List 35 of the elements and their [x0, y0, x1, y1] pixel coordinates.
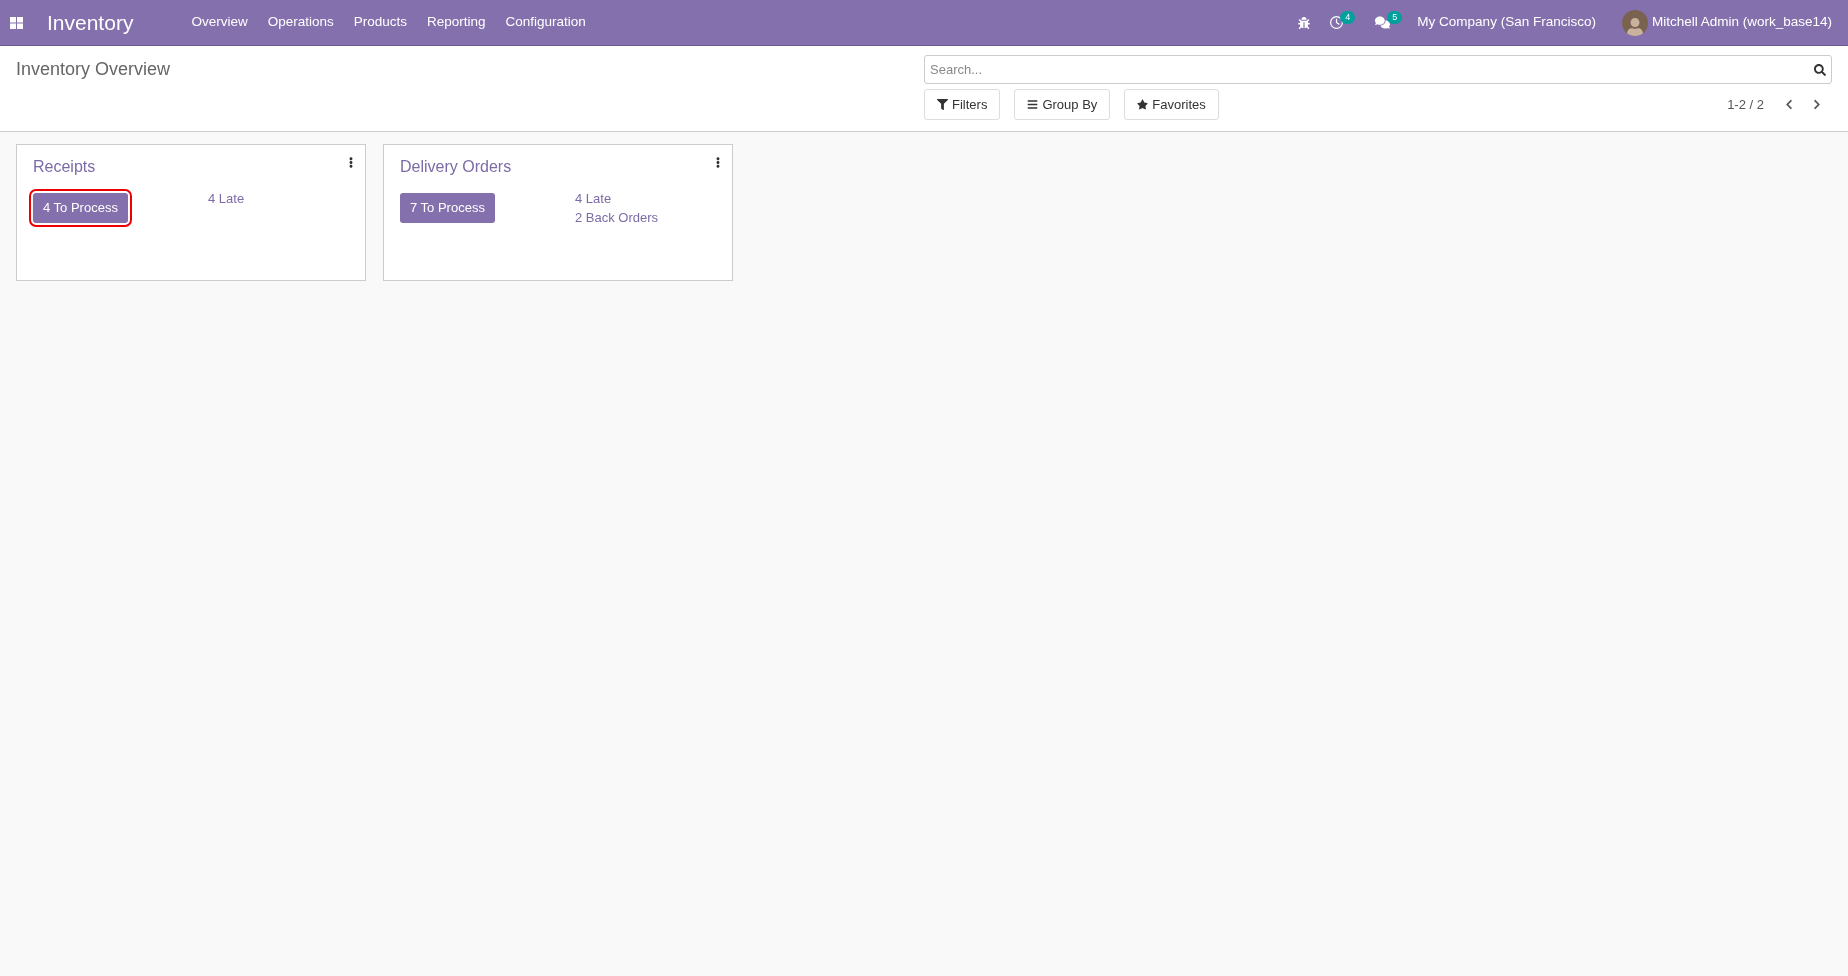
- pager-value: 1-2 / 2: [1727, 95, 1764, 114]
- search-icon[interactable]: [1814, 63, 1826, 76]
- status-link[interactable]: 4 Late: [208, 189, 245, 208]
- search-option-button[interactable]: Filters: [924, 89, 1001, 120]
- activity-count-badge: 4: [1340, 11, 1356, 24]
- search-option-button[interactable]: Group By: [1014, 89, 1111, 120]
- app-title[interactable]: Inventory: [47, 6, 134, 39]
- previous-page-icon[interactable]: [1784, 99, 1794, 110]
- search-field[interactable]: Search...: [924, 55, 1832, 84]
- status-link[interactable]: 2 Back Orders: [575, 208, 659, 227]
- menu-item[interactable]: Reporting: [427, 12, 486, 33]
- card-title[interactable]: Delivery Orders: [400, 155, 512, 179]
- user-menu[interactable]: Mitchell Admin (work_base14): [1651, 12, 1832, 33]
- search-option-button[interactable]: Favorites: [1124, 89, 1219, 120]
- group-icon: [1027, 99, 1039, 110]
- next-page-icon[interactable]: [1812, 99, 1822, 110]
- favorite-icon: [1137, 99, 1149, 110]
- messages-icon[interactable]: [1375, 16, 1391, 29]
- search-input[interactable]: Search...: [930, 59, 1814, 80]
- menu-item[interactable]: Products: [353, 12, 407, 33]
- message-count-badge: 5: [1387, 11, 1403, 24]
- to-process-button[interactable]: 7 To Process: [400, 193, 495, 223]
- apps-menu-icon[interactable]: [10, 16, 23, 29]
- filter-icon: [937, 99, 948, 110]
- menu-item[interactable]: Configuration: [505, 12, 586, 33]
- card-menu-icon[interactable]: [716, 157, 720, 168]
- card-title[interactable]: Receipts: [33, 155, 96, 179]
- menu-item[interactable]: Overview: [191, 12, 248, 33]
- menu-item[interactable]: Operations: [267, 12, 334, 33]
- card-menu-icon[interactable]: [349, 157, 353, 168]
- debug-icon[interactable]: [1298, 16, 1311, 29]
- page-title: Inventory Overview: [16, 58, 172, 81]
- status-link[interactable]: 4 Late: [575, 189, 659, 208]
- company-switcher[interactable]: My Company (San Francisco): [1417, 12, 1596, 33]
- user-avatar[interactable]: [1621, 9, 1648, 36]
